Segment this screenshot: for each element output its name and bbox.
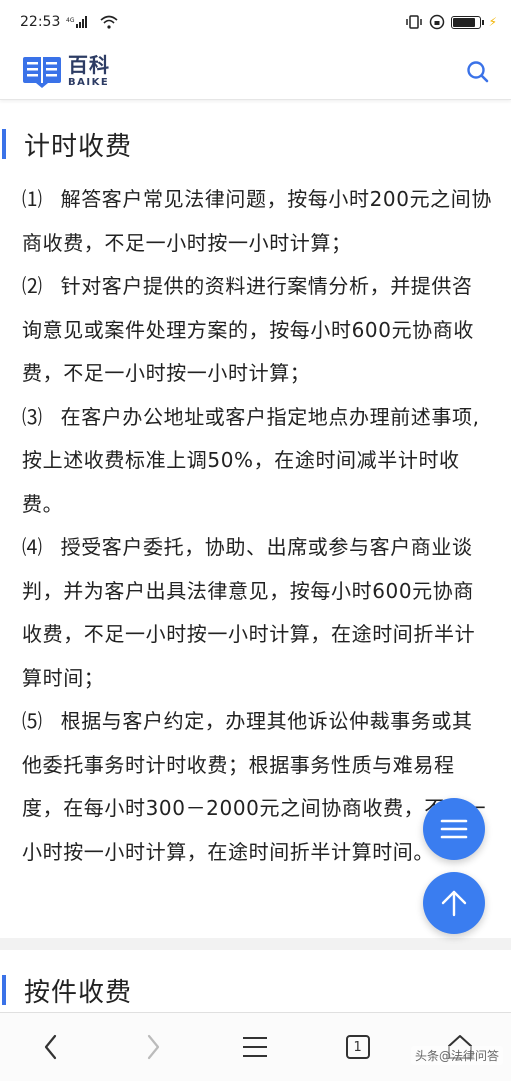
- status-time: 22:53: [20, 14, 61, 30]
- item-text: 针对客户提供的资料进行案情分析，并提供咨询意见或案件处理方案的，按每小时600元…: [22, 274, 474, 385]
- section-heading: 计时收费: [24, 131, 133, 162]
- catalog-button[interactable]: [423, 798, 485, 860]
- item-text: 在客户办公地址或客户指定地点办理前述事项,按上述收费标准上调50%，在途时间减半…: [22, 404, 480, 516]
- status-bar: 22:53 4G ⚡: [0, 0, 511, 44]
- arrow-up-icon: [441, 890, 467, 917]
- section-divider: [0, 938, 511, 950]
- fee-item-3: ⑶ 在客户办公地址或客户指定地点办理前述事项,按上述收费标准上调50%，在途时间减…: [22, 396, 492, 527]
- menu-button[interactable]: [230, 1022, 280, 1072]
- section-heading: 按件收费: [24, 977, 133, 1008]
- item-number: ⑴: [22, 187, 43, 211]
- tab-count: 1: [353, 1039, 362, 1055]
- signal-icon: 4G: [66, 16, 88, 28]
- fee-item-4: ⑷ 授受客户委托，协助、出席或参与客户商业谈判，并为客户出具法律意见，按每小时60…: [22, 526, 492, 700]
- fee-item-5: ⑸ 根据与客户约定，办理其他诉讼仲裁事务或其他委托事务时计时收费；根据事务性质与难…: [22, 700, 492, 874]
- tabs-button[interactable]: 1: [333, 1022, 383, 1072]
- book-logo-icon: [23, 56, 61, 88]
- watermark: 头条@法律问答: [410, 1046, 503, 1065]
- item-number: ⑸: [22, 709, 43, 733]
- back-button[interactable]: [26, 1022, 76, 1072]
- fee-item-1: ⑴ 解答客户常见法律问题，按每小时200元之间协商收费，不足一小时按一小时计算；: [22, 178, 492, 265]
- item-text: 解答客户常见法律问题，按每小时200元之间协商收费，不足一小时按一小时计算；: [22, 187, 492, 255]
- back-icon: [44, 1034, 57, 1060]
- section-title-timed: 计时收费: [0, 124, 132, 164]
- item-number: ⑶: [22, 404, 43, 429]
- charging-icon: ⚡: [488, 15, 497, 29]
- lock-rotation-icon: [429, 14, 444, 30]
- battery-icon: [450, 15, 484, 29]
- item-text: 授受客户委托，协助、出席或参与客户商业谈判，并为客户出具法律意见，按每小时600…: [22, 535, 476, 690]
- logo-title: 百科: [68, 53, 110, 77]
- item-number: ⑵: [22, 274, 43, 298]
- article-body: ⑴ 解答客户常见法律问题，按每小时200元之间协商收费，不足一小时按一小时计算； …: [22, 178, 492, 874]
- wifi-icon: [100, 15, 118, 29]
- section-accent-bar: [2, 975, 6, 1005]
- forward-icon: [148, 1034, 160, 1060]
- section-title-per-case: 按件收费: [0, 970, 132, 1010]
- logo-subtitle: BAIKE: [68, 77, 110, 88]
- forward-button[interactable]: [128, 1022, 178, 1072]
- back-to-top-button[interactable]: [423, 872, 485, 934]
- svg-text:4G: 4G: [66, 17, 75, 24]
- menu-lines-icon: [440, 819, 468, 839]
- item-text: 根据与客户约定，办理其他诉讼仲裁事务或其他委托事务时计时收费；根据事务性质与难易…: [22, 709, 487, 864]
- vibrate-icon: [405, 15, 422, 29]
- item-number: ⑷: [22, 535, 43, 559]
- baike-logo[interactable]: 百科 BAIKE: [22, 55, 110, 89]
- fee-item-2: ⑵ 针对客户提供的资料进行案情分析，并提供咨询意见或案件处理方案的，按每小时600…: [22, 265, 492, 396]
- menu-icon: [243, 1037, 268, 1057]
- app-header: 百科 BAIKE: [0, 44, 511, 100]
- tabs-icon: 1: [345, 1035, 370, 1059]
- section-accent-bar: [2, 129, 6, 159]
- search-icon[interactable]: [465, 59, 491, 85]
